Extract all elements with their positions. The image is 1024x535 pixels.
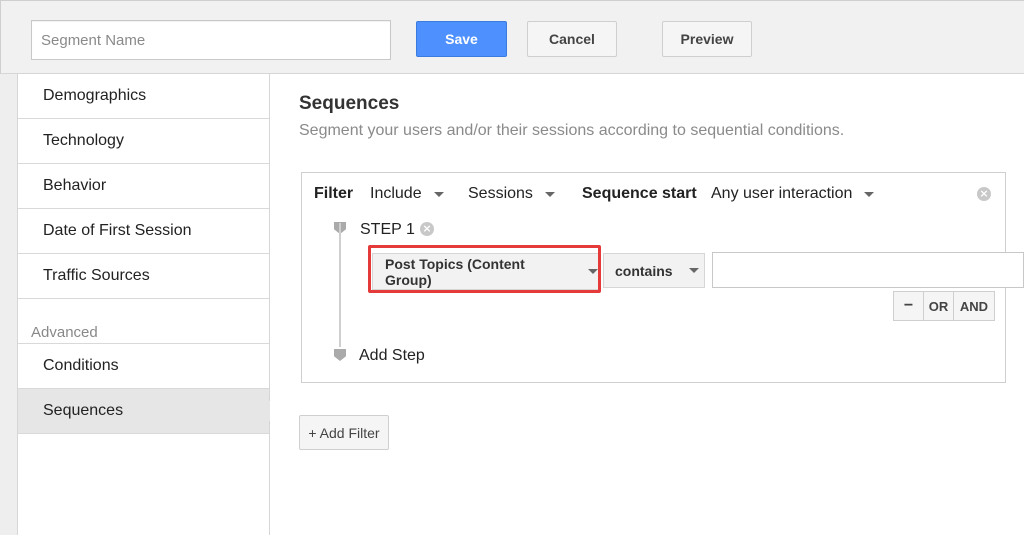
- condition-value-input[interactable]: [712, 252, 1024, 288]
- sidebar-item-label: Sequences: [43, 402, 124, 419]
- remove-step-icon[interactable]: ×: [420, 222, 434, 236]
- remove-filter-icon[interactable]: ×: [977, 187, 991, 201]
- include-value: Include: [370, 185, 422, 202]
- segment-toolbar: Save Cancel Preview: [0, 0, 1024, 74]
- caret-down-icon: [588, 269, 598, 274]
- cancel-button[interactable]: Cancel: [527, 21, 617, 57]
- sidebar-item-label: Technology: [43, 132, 124, 149]
- sidebar-item-demographics[interactable]: Demographics: [18, 74, 269, 119]
- caret-down-icon: [433, 191, 444, 197]
- sidebar-section-advanced: Advanced: [18, 299, 269, 344]
- filter-label: Filter: [314, 185, 354, 202]
- filter-box: Filter Include Sessions Sequence start A…: [301, 172, 1024, 383]
- sidebar-item-label: Demographics: [43, 87, 147, 104]
- sequence-start-dropdown[interactable]: Any user interaction: [711, 185, 875, 203]
- caret-down-icon: [688, 268, 699, 273]
- dimension-dropdown[interactable]: Post Topics (Content Group): [372, 253, 599, 290]
- or-button[interactable]: OR: [923, 291, 954, 321]
- caret-down-icon: [544, 191, 555, 197]
- operator-dropdown[interactable]: contains: [603, 253, 705, 288]
- sidebar-item-label: Behavior: [43, 177, 107, 194]
- dimension-value: Post Topics (Content Group): [385, 255, 525, 288]
- sidebar-item-label: Date of First Session: [43, 222, 192, 239]
- segment-category-sidebar: Demographics Technology Behavior Date of…: [17, 74, 270, 535]
- step-label: STEP 1: [360, 221, 415, 238]
- sidebar-item-date-of-first-session[interactable]: Date of First Session: [18, 209, 269, 254]
- scope-value: Sessions: [468, 185, 533, 202]
- sidebar-item-sequences[interactable]: Sequences: [18, 389, 269, 434]
- scope-dropdown[interactable]: Sessions: [468, 185, 555, 203]
- sidebar-item-traffic-sources[interactable]: Traffic Sources: [18, 254, 269, 299]
- sequence-start-label: Sequence start: [582, 185, 697, 202]
- sequences-panel: Sequences Segment your users and/or thei…: [270, 74, 1024, 535]
- step-connector-line: [339, 223, 341, 347]
- sidebar-item-label: Conditions: [43, 357, 119, 374]
- add-step-link[interactable]: Add Step: [359, 347, 425, 365]
- preview-button[interactable]: Preview: [662, 21, 752, 57]
- caret-down-icon: [864, 191, 875, 197]
- page-subtitle: Segment your users and/or their sessions…: [299, 122, 845, 139]
- save-button[interactable]: Save: [416, 21, 507, 57]
- sidebar-item-label: Traffic Sources: [43, 267, 150, 284]
- sidebar-item-conditions[interactable]: Conditions: [18, 344, 269, 389]
- operator-value: contains: [615, 262, 673, 279]
- add-step-marker-icon: [334, 349, 346, 361]
- sidebar-item-technology[interactable]: Technology: [18, 119, 269, 164]
- sidebar-section-label: Advanced: [31, 324, 98, 341]
- sequence-start-value: Any user interaction: [711, 185, 853, 202]
- include-dropdown[interactable]: Include: [370, 185, 444, 203]
- page-title: Sequences: [299, 93, 400, 114]
- add-filter-button[interactable]: + Add Filter: [299, 415, 389, 450]
- remove-condition-button[interactable]: −: [893, 291, 924, 321]
- and-button[interactable]: AND: [953, 291, 995, 321]
- segment-name-input[interactable]: [31, 20, 391, 60]
- sidebar-item-behavior[interactable]: Behavior: [18, 164, 269, 209]
